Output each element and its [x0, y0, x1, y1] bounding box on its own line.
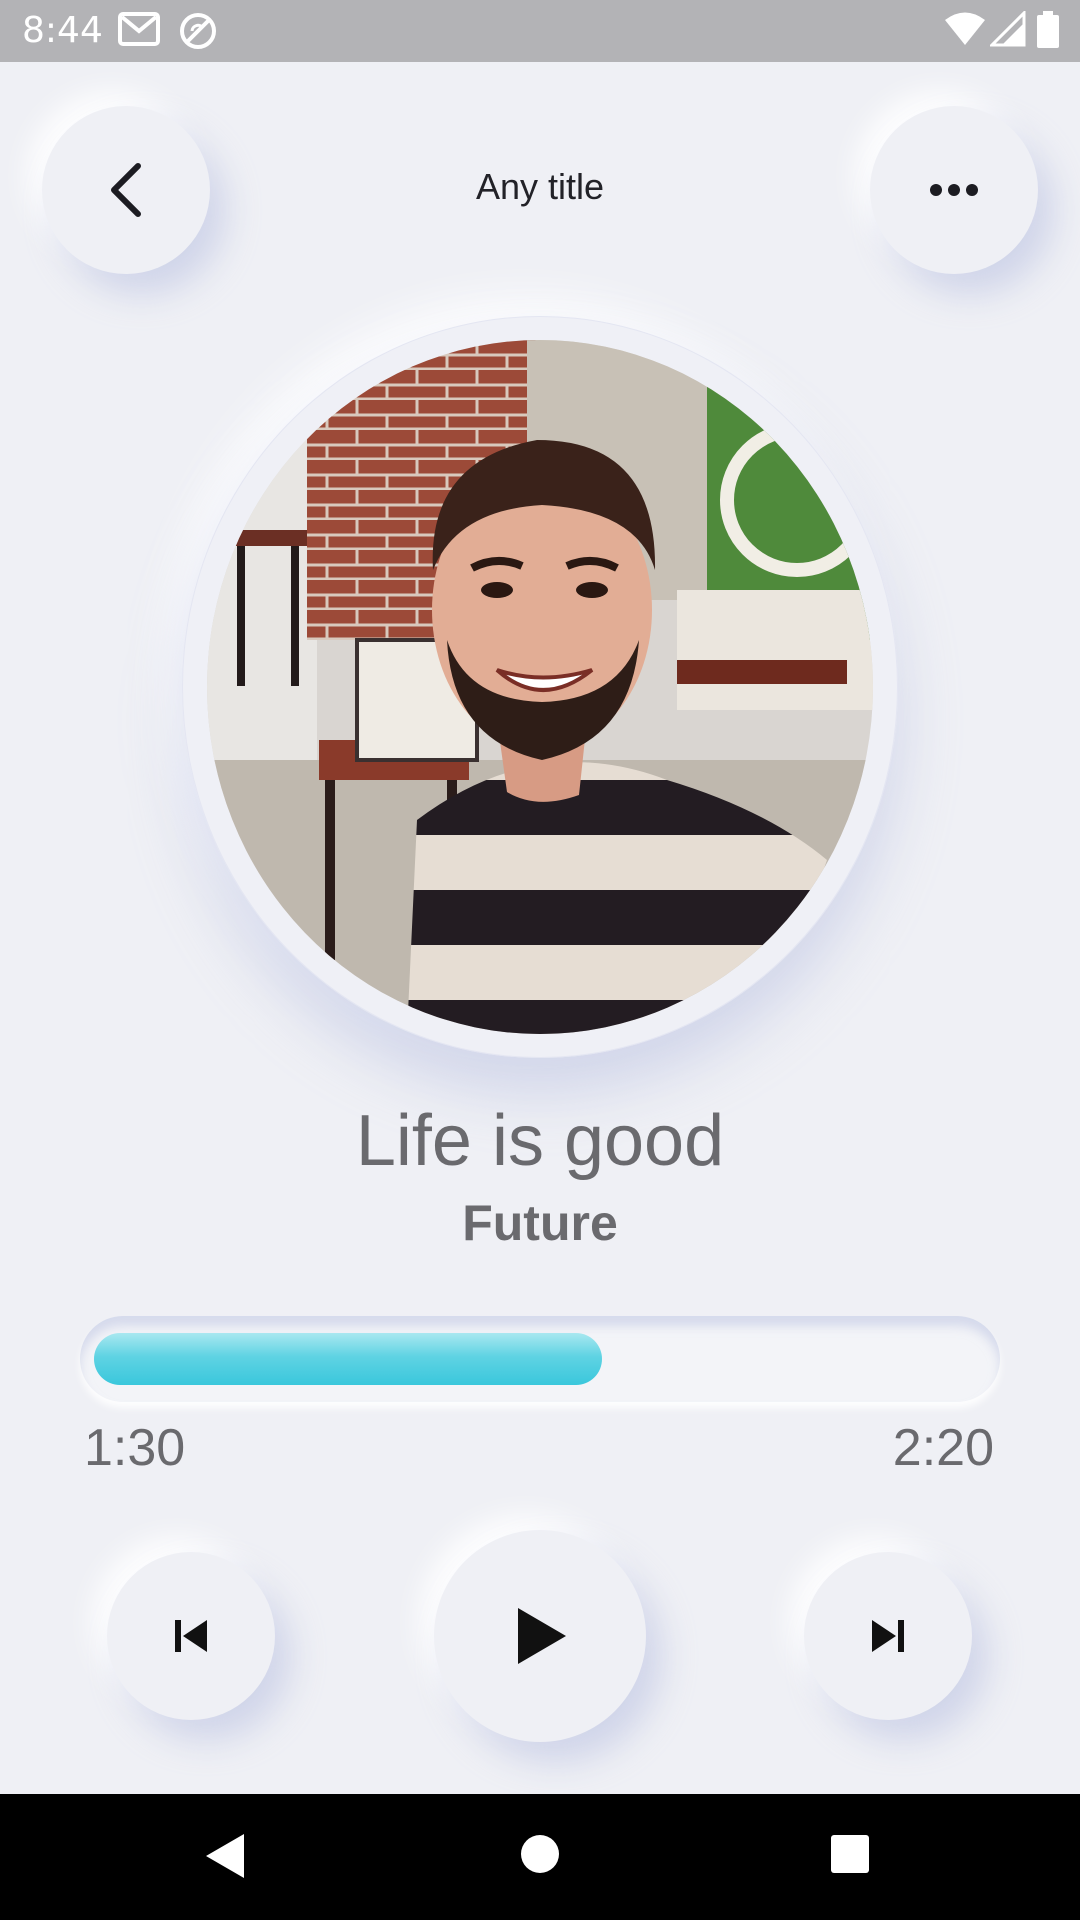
- cell-signal-icon: [990, 11, 1026, 47]
- play-button[interactable]: [434, 1530, 646, 1742]
- total-time: 2:20: [892, 1419, 994, 1477]
- play-icon: [518, 1608, 566, 1664]
- elapsed-time: 1:30: [84, 1419, 186, 1477]
- album-art-image: [207, 340, 873, 1034]
- back-button[interactable]: [42, 106, 210, 274]
- chevron-left-icon: [111, 163, 141, 217]
- portrait-illustration: [207, 340, 873, 1034]
- more-horizontal-icon: [930, 184, 978, 196]
- song-title: Life is good: [355, 1101, 725, 1181]
- progress-track[interactable]: [80, 1316, 1000, 1402]
- battery-icon: [1037, 11, 1059, 48]
- nav-recents-icon[interactable]: [830, 1834, 870, 1874]
- nav-home-icon[interactable]: [520, 1834, 560, 1874]
- wifi-icon: [945, 12, 985, 45]
- status-bar: 8:44: [0, 0, 1080, 62]
- page-title: Any title: [475, 166, 605, 207]
- status-time: 8:44: [22, 10, 103, 51]
- skip-previous-icon: [175, 1620, 207, 1652]
- next-button[interactable]: [804, 1552, 972, 1720]
- gmail-icon: [118, 12, 160, 46]
- artist-name: Future: [462, 1195, 618, 1251]
- skip-next-icon: [872, 1620, 904, 1652]
- previous-button[interactable]: [107, 1552, 275, 1720]
- nav-back-icon[interactable]: [204, 1832, 246, 1880]
- system-nav-bar: [0, 1794, 1080, 1920]
- sync-disabled-icon: [180, 13, 216, 49]
- progress-fill: [94, 1333, 602, 1385]
- more-options-button[interactable]: [870, 106, 1038, 274]
